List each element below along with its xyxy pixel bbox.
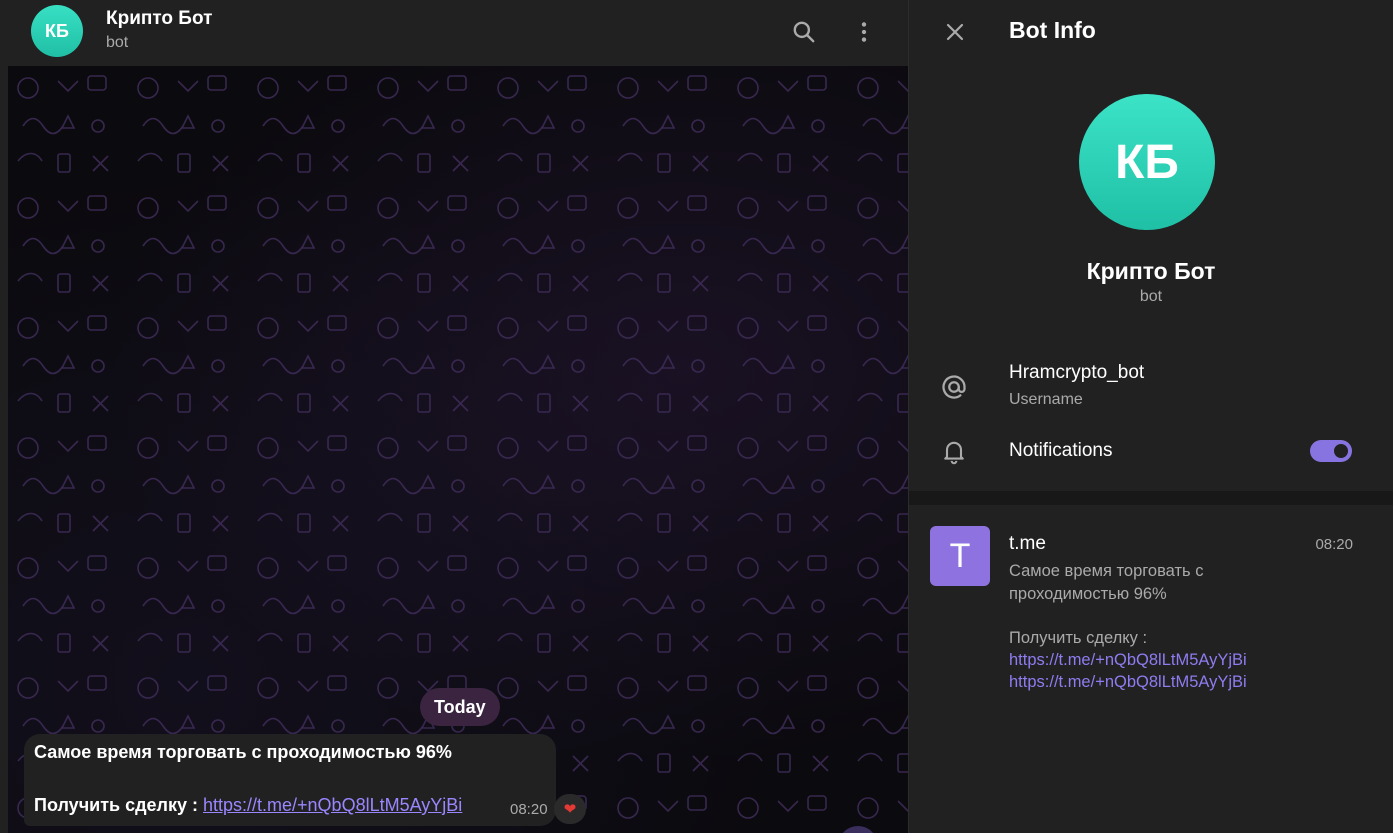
message-text-line2: Получить сделку : https://t.me/+nQbQ8lLt…: [34, 795, 462, 816]
section-separator: [909, 491, 1393, 505]
reaction-badge[interactable]: ❤: [554, 794, 586, 824]
search-button[interactable]: [786, 14, 822, 50]
message-bubble[interactable]: Самое время торговать с проходимостью 96…: [24, 734, 556, 826]
link-description: Самое время торговать с проходимостью 96…: [1009, 560, 1299, 650]
link-title: t.me: [1009, 533, 1046, 554]
link-thumbnail: T: [930, 526, 990, 586]
message-text: Самое время торговать с проходимостью 96…: [34, 742, 452, 762]
notifications-toggle[interactable]: [1310, 440, 1352, 462]
bot-info-panel: Bot Info КБ Крипто Бот bot Hramcrypto_bo…: [909, 0, 1393, 833]
chat-subtitle: bot: [106, 34, 129, 51]
at-icon: [942, 375, 966, 399]
chat-title[interactable]: Крипто Бот: [106, 8, 212, 30]
username-row-icon: [937, 370, 971, 404]
link-desc-line: проходимостью 96%: [1009, 584, 1167, 603]
panel-title: Bot Info: [1009, 17, 1096, 43]
message-time: 08:20: [510, 801, 548, 818]
message-link[interactable]: https://t.me/+nQbQ8lLtM5AyYjBi: [203, 795, 462, 815]
link-url[interactable]: https://t.me/+nQbQ8lLtM5AyYjBi: [1009, 673, 1247, 692]
more-vertical-icon: [861, 22, 867, 42]
notifications-row-icon: [937, 434, 971, 468]
close-button[interactable]: [937, 14, 973, 50]
chat-header: КБ Крипто Бот bot: [8, 0, 908, 66]
link-time: 08:20: [1315, 536, 1353, 553]
message-prefix: Получить сделку :: [34, 795, 203, 815]
link-desc-line: Получить сделку :: [1009, 629, 1148, 647]
link-desc-line: Самое время торговать с: [1009, 562, 1204, 580]
bot-avatar[interactable]: КБ: [1079, 94, 1215, 230]
window-edge: [0, 0, 8, 833]
date-separator: Today: [420, 688, 500, 726]
shared-link-item[interactable]: T t.me 08:20 Самое время торговать с про…: [909, 505, 1393, 705]
heart-icon: ❤: [563, 801, 577, 818]
more-button[interactable]: [846, 14, 882, 50]
chat-avatar[interactable]: КБ: [31, 5, 83, 57]
chat-panel: КБ Крипто Бот bot Today Самое время торг…: [8, 0, 908, 833]
bot-name: Крипто Бот: [1086, 258, 1216, 284]
toggle-knob: [1332, 442, 1350, 460]
close-icon: [946, 23, 964, 41]
username-value[interactable]: Hramcrypto_bot: [1009, 362, 1144, 384]
username-label: Username: [1009, 391, 1083, 408]
bell-icon: [944, 441, 964, 465]
search-icon: [793, 21, 815, 43]
bot-subtitle: bot: [1139, 288, 1163, 305]
link-url[interactable]: https://t.me/+nQbQ8lLtM5AyYjBi: [1009, 651, 1247, 670]
notifications-label[interactable]: Notifications: [1009, 440, 1113, 462]
